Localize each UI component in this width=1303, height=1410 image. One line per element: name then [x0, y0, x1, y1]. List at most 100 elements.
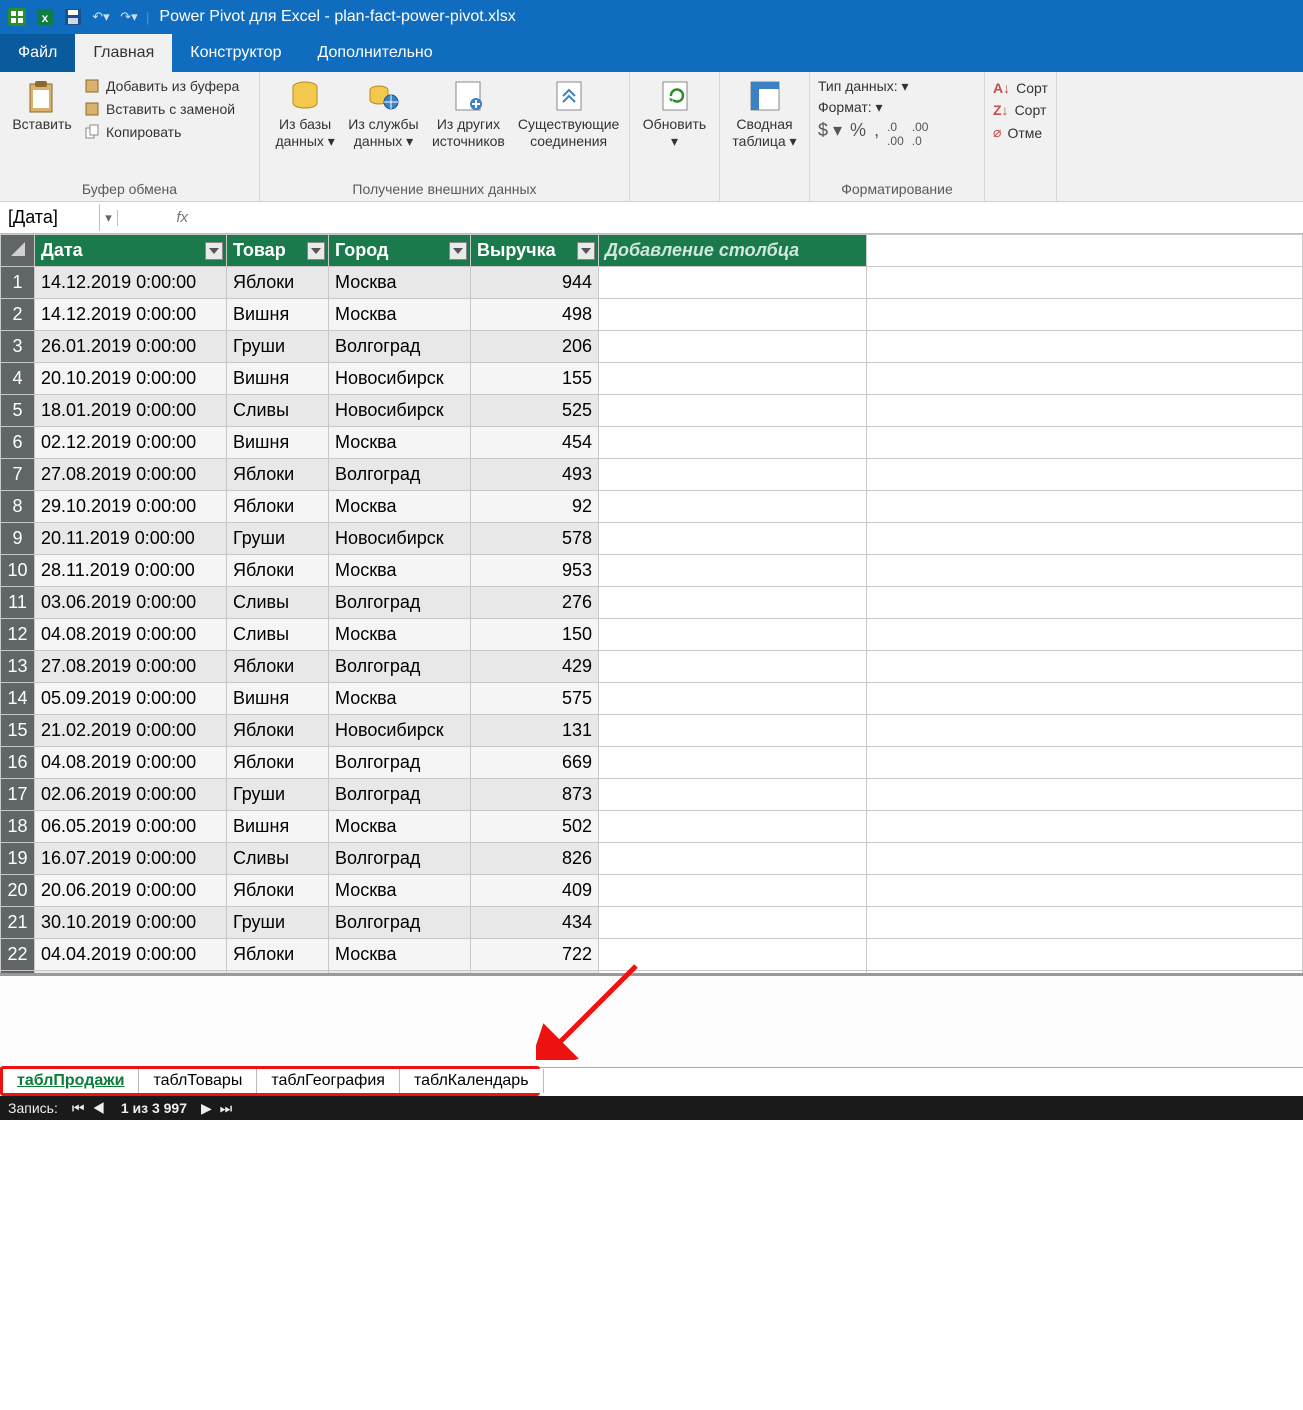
- cell-date[interactable]: 30.10.2019 0:00:00: [35, 907, 227, 939]
- pivottable-button[interactable]: Сводная таблица ▾: [728, 76, 801, 150]
- sort-desc-button[interactable]: Z↓Сорт: [993, 102, 1048, 118]
- cell-product[interactable]: Сливы: [227, 619, 329, 651]
- format-dropdown[interactable]: Формат: ▾: [818, 99, 928, 116]
- cell-date[interactable]: 04.08.2019 0:00:00: [35, 747, 227, 779]
- undo-icon[interactable]: ↶▾: [90, 6, 112, 28]
- row-header[interactable]: 19: [1, 843, 35, 875]
- data-grid[interactable]: Дата Товар Город Выручка Добавление стол…: [0, 234, 1303, 974]
- cell-product[interactable]: Яблоки: [227, 875, 329, 907]
- table-row[interactable]: 16 04.08.2019 0:00:00 Яблоки Волгоград 6…: [1, 747, 1303, 779]
- cell-city[interactable]: Москва: [329, 939, 471, 971]
- cell-city[interactable]: Волгоград: [329, 907, 471, 939]
- row-header[interactable]: 2: [1, 299, 35, 331]
- cell-revenue[interactable]: 150: [471, 619, 599, 651]
- tab-design[interactable]: Конструктор: [172, 34, 299, 72]
- filter-icon[interactable]: [205, 242, 223, 260]
- table-row[interactable]: 10 28.11.2019 0:00:00 Яблоки Москва 953: [1, 555, 1303, 587]
- cell-revenue[interactable]: 502: [471, 811, 599, 843]
- table-row[interactable]: 19 16.07.2019 0:00:00 Сливы Волгоград 82…: [1, 843, 1303, 875]
- cell-city[interactable]: Москва: [329, 555, 471, 587]
- row-header[interactable]: 20: [1, 875, 35, 907]
- cell-revenue[interactable]: 434: [471, 907, 599, 939]
- existing-conn-button[interactable]: Существующие соединения: [516, 76, 621, 150]
- add-column[interactable]: Добавление столбца: [599, 235, 867, 267]
- cell-product[interactable]: Груши: [227, 907, 329, 939]
- cell-city[interactable]: Новосибирск: [329, 715, 471, 747]
- cell-revenue[interactable]: 722: [471, 939, 599, 971]
- comma-icon[interactable]: ,: [874, 120, 879, 148]
- row-header[interactable]: 16: [1, 747, 35, 779]
- cell-date[interactable]: 20.11.2019 0:00:00: [35, 523, 227, 555]
- cell-date[interactable]: 03.06.2019 0:00:00: [35, 587, 227, 619]
- decrease-decimal-icon[interactable]: .00.0: [912, 120, 929, 148]
- cell-product[interactable]: Яблоки: [227, 747, 329, 779]
- cell-city[interactable]: Москва: [329, 619, 471, 651]
- cell-date[interactable]: 05.09.2019 0:00:00: [35, 683, 227, 715]
- cell-product[interactable]: Яблоки: [227, 491, 329, 523]
- from-other-button[interactable]: Из других источников: [425, 76, 513, 150]
- cell-date[interactable]: 20.06.2019 0:00:00: [35, 875, 227, 907]
- cell-product[interactable]: Вишня: [227, 299, 329, 331]
- table-row[interactable]: 12 04.08.2019 0:00:00 Сливы Москва 150: [1, 619, 1303, 651]
- filter-icon[interactable]: [307, 242, 325, 260]
- table-row[interactable]: 20 20.06.2019 0:00:00 Яблоки Москва 409: [1, 875, 1303, 907]
- cell-revenue[interactable]: 409: [471, 875, 599, 907]
- select-all-corner[interactable]: [1, 235, 35, 267]
- cell-date[interactable]: 04.08.2019 0:00:00: [35, 619, 227, 651]
- record-nav-last[interactable]: ▶ ⏭: [201, 1100, 234, 1117]
- cell-product[interactable]: Яблоки: [227, 555, 329, 587]
- col-revenue[interactable]: Выручка: [471, 235, 599, 267]
- name-box-dropdown[interactable]: ▾: [100, 210, 118, 226]
- cell-city[interactable]: Новосибирск: [329, 523, 471, 555]
- col-product[interactable]: Товар: [227, 235, 329, 267]
- cell-date[interactable]: 16.07.2019 0:00:00: [35, 843, 227, 875]
- cell-city[interactable]: Москва: [329, 299, 471, 331]
- cell-revenue[interactable]: 826: [471, 843, 599, 875]
- cell-product[interactable]: Вишня: [227, 363, 329, 395]
- row-header[interactable]: 5: [1, 395, 35, 427]
- cell-product[interactable]: Сливы: [227, 587, 329, 619]
- cell-date[interactable]: 27.08.2019 0:00:00: [35, 459, 227, 491]
- sheet-tab-sales[interactable]: таблПродажи: [3, 1069, 139, 1093]
- table-row[interactable]: 13 27.08.2019 0:00:00 Яблоки Волгоград 4…: [1, 651, 1303, 683]
- paste-button[interactable]: Вставить: [8, 76, 76, 133]
- from-db-button[interactable]: Из базы данных ▾: [268, 76, 342, 150]
- currency-icon[interactable]: $ ▾: [818, 120, 842, 148]
- row-header[interactable]: 18: [1, 811, 35, 843]
- cell-revenue[interactable]: 493: [471, 459, 599, 491]
- cell-city[interactable]: Волгоград: [329, 779, 471, 811]
- redo-icon[interactable]: ↷▾: [118, 6, 140, 28]
- row-header[interactable]: 14: [1, 683, 35, 715]
- row-header[interactable]: 4: [1, 363, 35, 395]
- filter-icon[interactable]: [449, 242, 467, 260]
- table-row[interactable]: 17 02.06.2019 0:00:00 Груши Волгоград 87…: [1, 779, 1303, 811]
- refresh-button[interactable]: Обновить ▾: [638, 76, 711, 150]
- sheet-tab-calendar[interactable]: таблКалендарь: [400, 1069, 544, 1093]
- cell-city[interactable]: Волгоград: [329, 459, 471, 491]
- from-service-button[interactable]: Из службы данных ▾: [346, 76, 420, 150]
- cell-revenue[interactable]: 873: [471, 779, 599, 811]
- table-row[interactable]: 9 20.11.2019 0:00:00 Груши Новосибирск 5…: [1, 523, 1303, 555]
- table-row[interactable]: 21 30.10.2019 0:00:00 Груши Волгоград 43…: [1, 907, 1303, 939]
- table-row[interactable]: 7 27.08.2019 0:00:00 Яблоки Волгоград 49…: [1, 459, 1303, 491]
- cell-revenue[interactable]: 92: [471, 491, 599, 523]
- cell-revenue[interactable]: 575: [471, 683, 599, 715]
- cell-product[interactable]: Вишня: [227, 811, 329, 843]
- row-header[interactable]: 8: [1, 491, 35, 523]
- copy-button[interactable]: Копировать: [80, 122, 243, 142]
- row-header[interactable]: 7: [1, 459, 35, 491]
- datatype-dropdown[interactable]: Тип данных: ▾: [818, 78, 928, 95]
- cell-date[interactable]: 21.02.2019 0:00:00: [35, 715, 227, 747]
- measure-area[interactable]: [0, 974, 1303, 1068]
- table-row[interactable]: 5 18.01.2019 0:00:00 Сливы Новосибирск 5…: [1, 395, 1303, 427]
- filter-icon[interactable]: [577, 242, 595, 260]
- row-header[interactable]: 15: [1, 715, 35, 747]
- row-header[interactable]: 22: [1, 939, 35, 971]
- col-date[interactable]: Дата: [35, 235, 227, 267]
- save-icon[interactable]: [62, 6, 84, 28]
- cell-revenue[interactable]: 206: [471, 331, 599, 363]
- col-city[interactable]: Город: [329, 235, 471, 267]
- paste-replace-button[interactable]: Вставить с заменой: [80, 99, 243, 119]
- cell-city[interactable]: Москва: [329, 683, 471, 715]
- name-box[interactable]: [Дата]: [0, 204, 100, 231]
